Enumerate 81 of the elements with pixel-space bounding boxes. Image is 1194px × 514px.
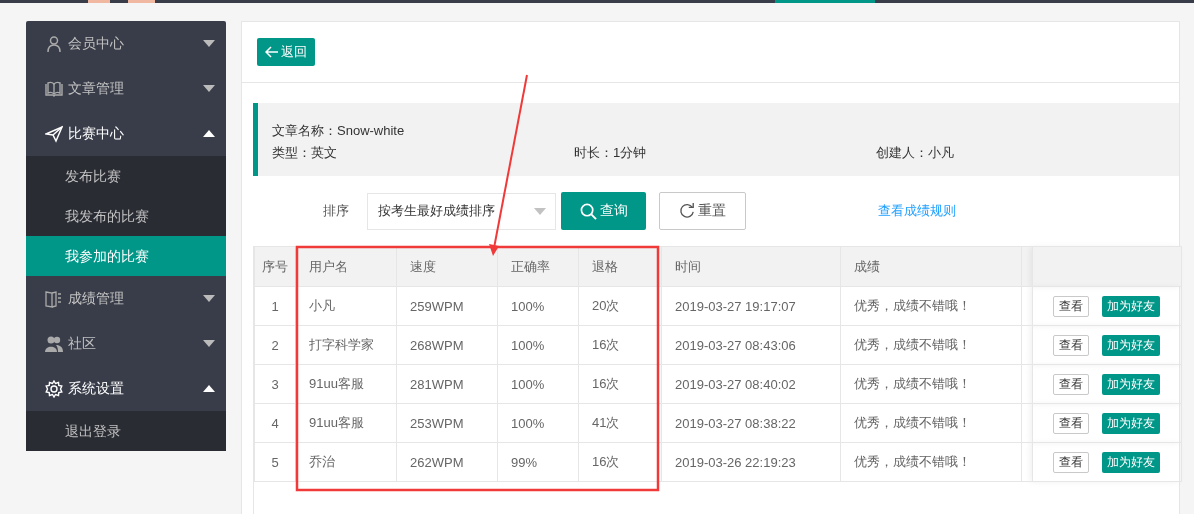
table-cell: 2019-03-27 19:17:07 xyxy=(661,286,841,326)
article-duration: 时长：1分钟 xyxy=(574,144,648,162)
refresh-icon xyxy=(679,203,695,219)
view-button[interactable]: 查看 xyxy=(1053,334,1089,356)
table-cell: 2019-03-27 08:43:06 xyxy=(661,325,841,365)
sort-label: 排序 xyxy=(323,202,350,220)
gear-icon xyxy=(45,379,63,398)
person-icon xyxy=(45,34,63,53)
table-cell: 16次 xyxy=(578,325,662,365)
table-cell: 1 xyxy=(254,286,296,326)
column-header: 成绩 xyxy=(840,246,1022,287)
table-cell: 2 xyxy=(254,325,296,365)
table-cell: 20次 xyxy=(578,286,662,326)
query-button[interactable]: 查询 xyxy=(561,192,646,230)
sidebar-item[interactable]: 我发布的比赛 xyxy=(26,196,226,236)
add-friend-button[interactable]: 加为好友 xyxy=(1102,451,1160,473)
sidebar-group-item[interactable]: 社区 xyxy=(26,321,226,366)
book-icon xyxy=(45,79,63,98)
table-cell: 2019-03-26 22:19:23 xyxy=(661,442,841,482)
table-cell: 100% xyxy=(497,286,579,326)
view-button[interactable]: 查看 xyxy=(1053,451,1089,473)
search-icon xyxy=(579,202,597,220)
sidebar-group-item[interactable]: 系统设置 xyxy=(26,366,226,411)
column-header: 序号 xyxy=(254,246,296,287)
sidebar-item[interactable]: 退出登录 xyxy=(26,411,226,451)
arrow-left-icon xyxy=(265,46,279,58)
table-cell: 乔治 xyxy=(295,442,397,482)
table-cell: 262WPM xyxy=(396,442,498,482)
table-cell: 281WPM xyxy=(396,364,498,404)
article-type: 类型：英文 xyxy=(272,144,338,162)
sort-select[interactable]: 按考生最好成绩排序 xyxy=(367,192,556,230)
table-cell: 优秀，成绩不错哦！ xyxy=(840,364,1022,404)
dropdown-caret-icon xyxy=(534,207,546,215)
table-cell: 100% xyxy=(497,403,579,443)
table-cell: 优秀，成绩不错哦！ xyxy=(840,403,1022,443)
table-cell: 253WPM xyxy=(396,403,498,443)
table-cell: 2019-03-27 08:38:22 xyxy=(661,403,841,443)
column-header: 用户名 xyxy=(295,246,397,287)
table-cell: 259WPM xyxy=(396,286,498,326)
table-cell: 小凡 xyxy=(295,286,397,326)
table-cell: 3 xyxy=(254,364,296,404)
sidebar-group-item[interactable]: 成绩管理 xyxy=(26,276,226,321)
view-button[interactable]: 查看 xyxy=(1053,412,1089,434)
sidebar-item[interactable]: 我参加的比赛 xyxy=(26,236,226,276)
table-cell: 优秀，成绩不错哦！ xyxy=(840,325,1022,365)
table-cell: 2019-03-27 08:40:02 xyxy=(661,364,841,404)
table-cell: 268WPM xyxy=(396,325,498,365)
paper-plane-icon xyxy=(45,124,63,143)
table-cell: 41次 xyxy=(578,403,662,443)
add-friend-button[interactable]: 加为好友 xyxy=(1102,412,1160,434)
sidebar-group-item[interactable]: 比赛中心 xyxy=(26,111,226,156)
reset-button[interactable]: 重置 xyxy=(659,192,746,230)
column-header: 时间 xyxy=(661,246,841,287)
view-button[interactable]: 查看 xyxy=(1053,295,1089,317)
sidebar-group-item[interactable]: 文章管理 xyxy=(26,66,226,111)
table-cell: 91uu客服 xyxy=(295,364,397,404)
table-cell: 99% xyxy=(497,442,579,482)
table-cell: 91uu客服 xyxy=(295,403,397,443)
sidebar-item[interactable]: 发布比赛 xyxy=(26,156,226,196)
back-button[interactable]: 返回 xyxy=(257,38,315,66)
table-cell: 优秀，成绩不错哦！ xyxy=(840,286,1022,326)
column-header: 正确率 xyxy=(497,246,579,287)
sidebar-group-item[interactable]: 会员中心 xyxy=(26,21,226,66)
column-header: 退格 xyxy=(578,246,662,287)
table-cell: 优秀，成绩不错哦！ xyxy=(840,442,1022,482)
table-cell: 5 xyxy=(254,442,296,482)
people-icon xyxy=(45,334,63,353)
report-icon xyxy=(45,289,63,308)
table-cell: 100% xyxy=(497,325,579,365)
add-friend-button[interactable]: 加为好友 xyxy=(1102,334,1160,356)
table-cell: 16次 xyxy=(578,364,662,404)
article-creator: 创建人：小凡 xyxy=(876,144,955,162)
add-friend-button[interactable]: 加为好友 xyxy=(1102,295,1160,317)
add-friend-button[interactable]: 加为好友 xyxy=(1102,373,1160,395)
table-cell: 16次 xyxy=(578,442,662,482)
article-name: 文章名称：Snow-white xyxy=(272,123,405,138)
table-cell: 100% xyxy=(497,364,579,404)
table-cell: 打字科学家 xyxy=(295,325,397,365)
table-cell: 4 xyxy=(254,403,296,443)
view-button[interactable]: 查看 xyxy=(1053,373,1089,395)
column-header: 速度 xyxy=(396,246,498,287)
